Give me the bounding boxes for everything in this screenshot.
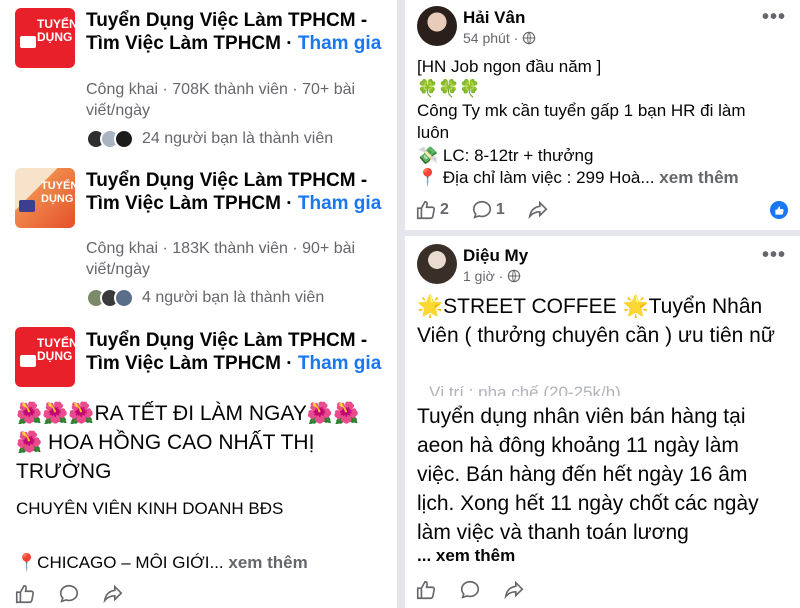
group-logo[interactable]: TUYỂN DỤNG <box>15 327 75 387</box>
post-line: Công Ty mk cần tuyển gấp 1 bạn HR đi làm… <box>417 101 746 142</box>
like-icon <box>416 200 436 220</box>
friends-count: 4 người bạn là thành viên <box>142 289 325 306</box>
like-count: 2 <box>440 201 449 218</box>
group-logo-text: TUYỂN DỤNG <box>37 336 75 363</box>
post-line: [HN Job ngon đầu năm ] <box>417 57 602 76</box>
share-icon <box>504 580 524 600</box>
post-author[interactable]: Diệu My <box>463 246 528 266</box>
share-button[interactable] <box>527 199 549 221</box>
more-icon[interactable]: ••• <box>762 6 786 29</box>
more-icon[interactable]: ••• <box>762 244 786 267</box>
group-logo-text: TUYỂN DỤNG <box>41 180 75 205</box>
post-author[interactable]: Hải Vân <box>463 8 525 28</box>
group-name[interactable]: Tuyển Dụng Việc Làm TPHCM - Tìm Việc Làm… <box>86 169 386 215</box>
like-reaction-icon <box>770 201 788 219</box>
share-button[interactable] <box>503 579 525 601</box>
post-line: 📍 Địa chỉ làm việc : 299 Hoà... <box>417 168 655 187</box>
share-icon <box>528 200 548 220</box>
post-faded-line: Vị trí : pha chế (20-25k/h) <box>429 383 621 396</box>
like-button[interactable] <box>415 579 437 601</box>
post-card-1: Hải Vân 54 phút · ••• [HN Job ngon đầu n… <box>405 0 800 230</box>
post-headline: 🌟STREET COFFEE 🌟Tuyển Nhân Viên ( thưởng… <box>417 295 775 347</box>
join-button[interactable]: Tham gia <box>298 353 381 374</box>
group-name[interactable]: Tuyển Dụng Việc Làm TPHCM - Tìm Việc Làm… <box>86 329 386 375</box>
avatar[interactable] <box>417 6 457 46</box>
friend-avatar <box>114 288 134 308</box>
group-logo[interactable]: TUYỂN DỤNG <box>15 168 75 228</box>
like-button[interactable] <box>14 583 36 605</box>
globe-icon <box>523 31 536 45</box>
like-icon <box>15 584 35 604</box>
comment-button[interactable]: 1 <box>471 199 505 221</box>
friend-avatar <box>114 129 134 149</box>
comment-button[interactable] <box>58 583 80 605</box>
group-name[interactable]: Tuyển Dụng Việc Làm TPHCM - Tìm Việc Làm… <box>86 9 386 55</box>
post-card-2: Diệu My 1 giờ · ••• 🌟STREET COFFEE 🌟Tuyể… <box>405 236 800 608</box>
column-divider <box>397 0 405 608</box>
post-preview: 📍 Địa chỉ làm việc : 299 Hoà... xem thêm <box>417 167 792 189</box>
left-panel: TUYỂN DỤNG Tuyển Dụng Việc Làm TPHCM - T… <box>0 0 397 608</box>
post-actions: 2 1 <box>415 196 571 224</box>
post-line: 📍CHICAGO – MÔI GIỚI... <box>16 553 224 572</box>
see-more-link[interactable]: xem thêm <box>659 168 738 187</box>
post-actions <box>415 576 547 604</box>
friends-row: 4 người bạn là thành viên <box>86 287 324 309</box>
post-time: 1 giờ · <box>463 268 521 284</box>
group-meta: Công khai · 708K thành viên · 70+ bài vi… <box>86 81 356 119</box>
post-line: 🍀🍀🍀 <box>417 79 481 98</box>
comment-icon <box>460 580 480 599</box>
group-logo-text: TUYỂN DỤNG <box>37 17 75 44</box>
right-panel: Hải Vân 54 phút · ••• [HN Job ngon đầu n… <box>405 0 800 608</box>
megaphone-icon <box>20 36 36 48</box>
megaphone-icon <box>19 200 35 212</box>
join-button[interactable]: Tham gia <box>298 33 381 54</box>
avatar[interactable] <box>417 244 457 284</box>
time-text: 1 giờ · <box>463 268 504 284</box>
join-button[interactable]: Tham gia <box>298 193 381 214</box>
megaphone-icon <box>20 355 36 367</box>
friends-row: 24 người bạn là thành viên <box>86 128 333 150</box>
comment-icon <box>472 200 491 219</box>
post-preview: 📍CHICAGO – MÔI GIỚI... xem thêm <box>16 552 386 574</box>
post-time: 54 phút · <box>463 30 536 46</box>
like-button[interactable]: 2 <box>415 199 449 221</box>
post-line: 🌺 HOA HỒNG CAO NHẤT THỊ TRƯỜNG <box>16 431 315 483</box>
comment-button[interactable] <box>459 579 481 601</box>
friends-count: 24 người bạn là thành viên <box>142 130 334 147</box>
group-meta: Công khai · 183K thành viên · 90+ bài vi… <box>86 240 356 278</box>
comment-icon <box>59 584 79 603</box>
globe-icon <box>508 269 521 283</box>
group-logo[interactable]: TUYỂN DỤNG <box>15 8 75 68</box>
post-actions <box>14 580 146 608</box>
comment-count: 1 <box>495 201 505 218</box>
see-more-link[interactable]: xem thêm <box>228 553 307 572</box>
see-more-link[interactable]: ... xem thêm <box>417 545 792 567</box>
post-body: Tuyển dụng nhân viên bán hàng tại aeon h… <box>417 405 759 544</box>
share-icon <box>103 584 123 604</box>
post-line: CHUYÊN VIÊN KINH DOANH BĐS <box>16 499 284 518</box>
post-line: 💸 LC: 8-12tr + thưởng <box>417 146 594 165</box>
share-button[interactable] <box>102 583 124 605</box>
like-icon <box>416 580 436 600</box>
time-text: 54 phút · <box>463 30 519 46</box>
post-line: 🌺🌺🌺RA TẾT ĐI LÀM NGAY🌺🌺 <box>16 402 360 425</box>
